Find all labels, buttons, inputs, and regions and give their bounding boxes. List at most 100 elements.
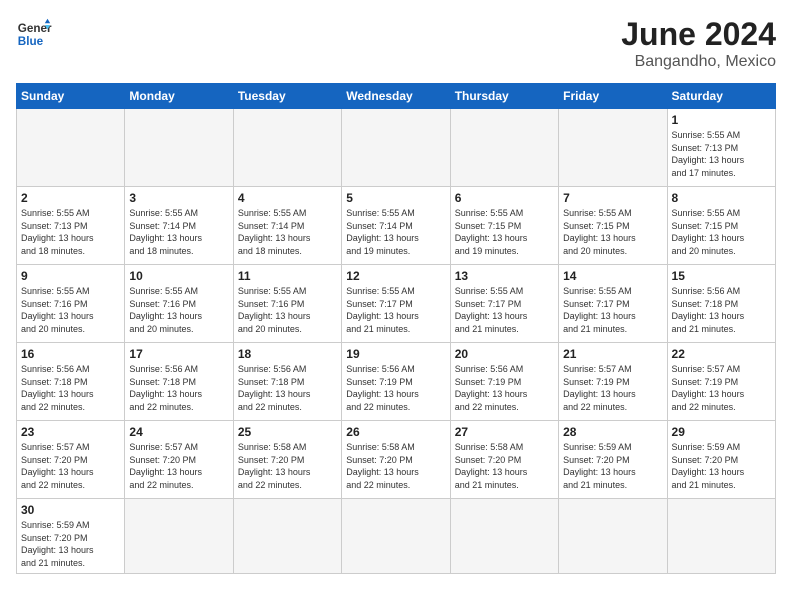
day-number: 27 xyxy=(455,425,554,439)
day-info: Sunrise: 5:56 AM Sunset: 7:19 PM Dayligh… xyxy=(455,363,554,413)
day-number: 17 xyxy=(129,347,228,361)
svg-text:General: General xyxy=(18,22,52,35)
day-info: Sunrise: 5:55 AM Sunset: 7:16 PM Dayligh… xyxy=(129,285,228,335)
day-number: 25 xyxy=(238,425,337,439)
day-info: Sunrise: 5:55 AM Sunset: 7:13 PM Dayligh… xyxy=(672,129,771,179)
calendar-cell xyxy=(125,109,233,187)
svg-text:Blue: Blue xyxy=(18,35,44,48)
day-number: 16 xyxy=(21,347,120,361)
day-info: Sunrise: 5:55 AM Sunset: 7:15 PM Dayligh… xyxy=(563,207,662,257)
day-number: 13 xyxy=(455,269,554,283)
day-info: Sunrise: 5:56 AM Sunset: 7:18 PM Dayligh… xyxy=(21,363,120,413)
logo-icon: General Blue xyxy=(16,16,52,52)
day-number: 4 xyxy=(238,191,337,205)
calendar-cell: 6 Sunrise: 5:55 AM Sunset: 7:15 PM Daylig… xyxy=(450,187,558,265)
calendar-cell: 1 Sunrise: 5:55 AM Sunset: 7:13 PM Daylig… xyxy=(667,109,775,187)
calendar-cell: 20Sunrise: 5:56 AM Sunset: 7:19 PM Dayli… xyxy=(450,343,558,421)
calendar-cell xyxy=(125,499,233,574)
calendar-cell: 22Sunrise: 5:57 AM Sunset: 7:19 PM Dayli… xyxy=(667,343,775,421)
calendar-cell: 11Sunrise: 5:55 AM Sunset: 7:16 PM Dayli… xyxy=(233,265,341,343)
day-info: Sunrise: 5:55 AM Sunset: 7:14 PM Dayligh… xyxy=(129,207,228,257)
day-number: 22 xyxy=(672,347,771,361)
calendar-subtitle: Bangandho, Mexico xyxy=(621,53,776,71)
calendar-week-row: 2Sunrise: 5:55 AM Sunset: 7:13 PM Daylig… xyxy=(17,187,776,265)
calendar-cell xyxy=(233,499,341,574)
day-info: Sunrise: 5:55 AM Sunset: 7:17 PM Dayligh… xyxy=(563,285,662,335)
calendar-cell: 25Sunrise: 5:58 AM Sunset: 7:20 PM Dayli… xyxy=(233,421,341,499)
calendar-cell xyxy=(342,499,450,574)
day-number: 2 xyxy=(21,191,120,205)
col-saturday: Saturday xyxy=(667,84,775,109)
calendar-cell: 10 Sunrise: 5:55 AM Sunset: 7:16 PM Dayli… xyxy=(125,265,233,343)
calendar-cell xyxy=(667,499,775,574)
calendar-cell xyxy=(559,109,667,187)
day-number: 21 xyxy=(563,347,662,361)
day-info: Sunrise: 5:57 AM Sunset: 7:19 PM Dayligh… xyxy=(563,363,662,413)
day-number: 9 xyxy=(21,269,120,283)
day-info: Sunrise: 5:55 AM Sunset: 7:17 PM Dayligh… xyxy=(455,285,554,335)
day-number: 24 xyxy=(129,425,228,439)
day-info: Sunrise: 5:55 AM Sunset: 7:16 PM Dayligh… xyxy=(21,285,120,335)
day-info: Sunrise: 5:56 AM Sunset: 7:19 PM Dayligh… xyxy=(346,363,445,413)
calendar-cell xyxy=(17,109,125,187)
day-info: Sunrise: 5:55 AM Sunset: 7:14 PM Dayligh… xyxy=(346,207,445,257)
calendar-cell: 28 Sunrise: 5:59 AM Sunset: 7:20 PM Dayli… xyxy=(559,421,667,499)
day-number: 19 xyxy=(346,347,445,361)
day-number: 3 xyxy=(129,191,228,205)
calendar-week-row: 23 Sunrise: 5:57 AM Sunset: 7:20 PM Dayli… xyxy=(17,421,776,499)
calendar-cell: 7Sunrise: 5:55 AM Sunset: 7:15 PM Daylig… xyxy=(559,187,667,265)
day-number: 10 xyxy=(129,269,228,283)
day-number: 5 xyxy=(346,191,445,205)
day-info: Sunrise: 5:57 AM Sunset: 7:20 PM Dayligh… xyxy=(129,441,228,491)
day-info: Sunrise: 5:56 AM Sunset: 7:18 PM Dayligh… xyxy=(238,363,337,413)
day-info: Sunrise: 5:55 AM Sunset: 7:15 PM Dayligh… xyxy=(672,207,771,257)
day-info: Sunrise: 5:58 AM Sunset: 7:20 PM Dayligh… xyxy=(455,441,554,491)
day-number: 23 xyxy=(21,425,120,439)
logo: General Blue xyxy=(16,16,52,52)
day-info: Sunrise: 5:55 AM Sunset: 7:15 PM Dayligh… xyxy=(455,207,554,257)
col-friday: Friday xyxy=(559,84,667,109)
day-info: Sunrise: 5:58 AM Sunset: 7:20 PM Dayligh… xyxy=(346,441,445,491)
day-info: Sunrise: 5:55 AM Sunset: 7:17 PM Dayligh… xyxy=(346,285,445,335)
day-number: 1 xyxy=(672,113,771,127)
calendar-cell xyxy=(342,109,450,187)
calendar-cell xyxy=(450,109,558,187)
calendar-cell: 8 Sunrise: 5:55 AM Sunset: 7:15 PM Daylig… xyxy=(667,187,775,265)
day-info: Sunrise: 5:56 AM Sunset: 7:18 PM Dayligh… xyxy=(672,285,771,335)
calendar-cell: 12 Sunrise: 5:55 AM Sunset: 7:17 PM Dayli… xyxy=(342,265,450,343)
calendar-cell: 27 Sunrise: 5:58 AM Sunset: 7:20 PM Dayli… xyxy=(450,421,558,499)
calendar-cell: 26 Sunrise: 5:58 AM Sunset: 7:20 PM Dayli… xyxy=(342,421,450,499)
day-number: 28 xyxy=(563,425,662,439)
calendar-week-row: 16 Sunrise: 5:56 AM Sunset: 7:18 PM Dayli… xyxy=(17,343,776,421)
day-number: 6 xyxy=(455,191,554,205)
calendar-cell: 4 Sunrise: 5:55 AM Sunset: 7:14 PM Daylig… xyxy=(233,187,341,265)
calendar-cell: 18 Sunrise: 5:56 AM Sunset: 7:18 PM Dayli… xyxy=(233,343,341,421)
day-number: 12 xyxy=(346,269,445,283)
day-info: Sunrise: 5:55 AM Sunset: 7:16 PM Dayligh… xyxy=(238,285,337,335)
calendar-header: General Blue June 2024 Bangandho, Mexico xyxy=(16,16,776,71)
day-info: Sunrise: 5:56 AM Sunset: 7:18 PM Dayligh… xyxy=(129,363,228,413)
day-number: 29 xyxy=(672,425,771,439)
day-info: Sunrise: 5:59 AM Sunset: 7:20 PM Dayligh… xyxy=(563,441,662,491)
calendar-cell: 16 Sunrise: 5:56 AM Sunset: 7:18 PM Dayli… xyxy=(17,343,125,421)
calendar-cell xyxy=(559,499,667,574)
title-area: June 2024 Bangandho, Mexico xyxy=(621,16,776,71)
calendar-week-row: 1 Sunrise: 5:55 AM Sunset: 7:13 PM Daylig… xyxy=(17,109,776,187)
calendar-cell: 30Sunrise: 5:59 AM Sunset: 7:20 PM Dayli… xyxy=(17,499,125,574)
calendar-cell: 17 Sunrise: 5:56 AM Sunset: 7:18 PM Dayli… xyxy=(125,343,233,421)
calendar-cell: 23Sunrise: 5:57 AM Sunset: 7:20 PM Dayli… xyxy=(17,421,125,499)
col-monday: Monday xyxy=(125,84,233,109)
calendar-cell: 13 Sunrise: 5:55 AM Sunset: 7:17 PM Dayli… xyxy=(450,265,558,343)
day-info: Sunrise: 5:55 AM Sunset: 7:14 PM Dayligh… xyxy=(238,207,337,257)
col-sunday: Sunday xyxy=(17,84,125,109)
day-number: 18 xyxy=(238,347,337,361)
calendar-header-row: Sunday Monday Tuesday Wednesday Thursday… xyxy=(17,84,776,109)
calendar-cell: 29Sunrise: 5:59 AM Sunset: 7:20 PM Dayli… xyxy=(667,421,775,499)
day-info: Sunrise: 5:59 AM Sunset: 7:20 PM Dayligh… xyxy=(21,519,120,569)
day-number: 26 xyxy=(346,425,445,439)
day-number: 8 xyxy=(672,191,771,205)
calendar-cell: 3 Sunrise: 5:55 AM Sunset: 7:14 PM Daylig… xyxy=(125,187,233,265)
calendar-cell: 15 Sunrise: 5:56 AM Sunset: 7:18 PM Dayli… xyxy=(667,265,775,343)
day-number: 15 xyxy=(672,269,771,283)
col-wednesday: Wednesday xyxy=(342,84,450,109)
